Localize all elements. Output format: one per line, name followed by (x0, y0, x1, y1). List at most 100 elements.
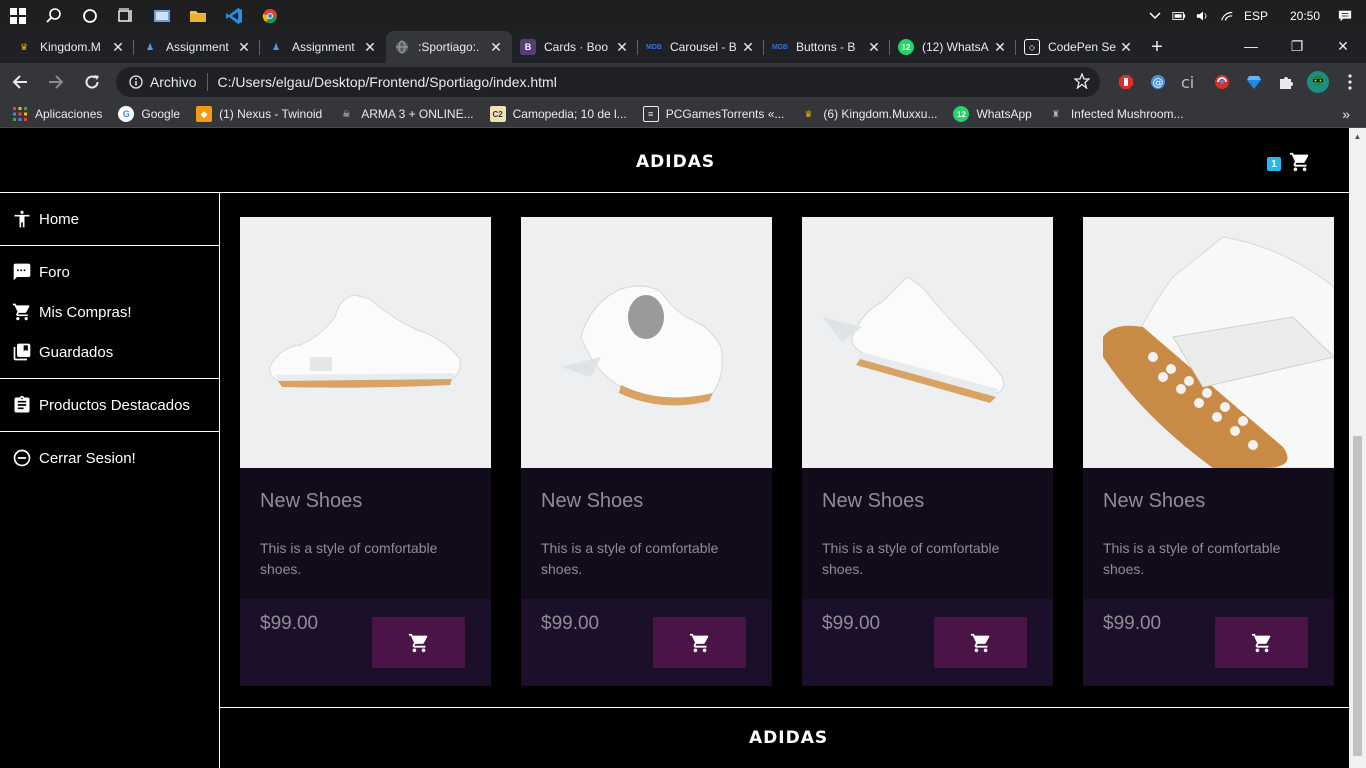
reload-icon[interactable] (76, 66, 108, 98)
windows-start-icon[interactable] (0, 0, 36, 31)
card-footer: $99.00 (521, 599, 772, 686)
restore-icon[interactable]: ❐ (1274, 31, 1320, 61)
language-indicator[interactable]: ESP (1244, 9, 1268, 23)
refresh-extension-icon[interactable] (1206, 66, 1238, 98)
close-icon[interactable]: ✕ (992, 39, 1008, 56)
sidebar-nav: Home Foro Mis Compras! Guardados Product… (0, 193, 220, 768)
url-text[interactable]: C:/Users/elgau/Desktop/Frontend/Sportiag… (218, 74, 557, 90)
sidebar-item-label: Guardados (39, 343, 114, 361)
cortana-icon[interactable] (72, 0, 108, 31)
bookmark-star-icon[interactable] (1073, 72, 1092, 92)
profile-avatar-icon[interactable] (1302, 66, 1334, 98)
bookmark-item[interactable]: ◆ (1) Nexus - Twinoid (196, 106, 322, 122)
bookmark-item[interactable]: ♛ (6) Kingdom.Muxxu... (800, 106, 937, 122)
search-icon[interactable] (36, 0, 72, 31)
volume-icon[interactable] (1196, 9, 1210, 23)
info-icon[interactable] (122, 75, 150, 89)
price-label: $99.00 (1103, 613, 1162, 634)
crown-icon: ♛ (19, 41, 29, 52)
diamond-icon[interactable] (1238, 66, 1270, 98)
omnibox-separator (206, 73, 208, 91)
close-icon[interactable]: ✕ (740, 39, 756, 56)
clock[interactable]: 20:50 (1290, 9, 1320, 23)
add-to-cart-button[interactable] (1215, 617, 1308, 668)
bookmark-item[interactable]: ☠ ARMA 3 + ONLINE... (338, 106, 473, 122)
sidebar-item-guardados[interactable]: Guardados (0, 332, 219, 372)
scrollbar-thumb[interactable] (1353, 436, 1362, 756)
sidebar-item-label: Cerrar Sesion! (39, 449, 136, 467)
file-explorer-icon[interactable] (180, 0, 216, 31)
sidebar-item-productos-destacados[interactable]: Productos Destacados (0, 385, 219, 425)
close-icon[interactable]: ✕ (866, 39, 882, 56)
add-to-cart-button[interactable] (653, 617, 746, 668)
bookmarks-bar: Aplicaciones G Google ◆ (1) Nexus - Twin… (0, 101, 1366, 128)
product-image[interactable] (521, 217, 772, 468)
close-icon[interactable]: ✕ (362, 39, 378, 56)
product-image[interactable] (240, 217, 491, 468)
product-image[interactable] (802, 217, 1053, 468)
wifi-icon[interactable] (1220, 9, 1234, 23)
adblock-hand-icon[interactable] (1110, 66, 1142, 98)
bookmark-item[interactable]: Aplicaciones (12, 106, 102, 122)
bookmark-item[interactable]: ♜ Infected Mushroom... (1048, 106, 1184, 122)
product-image[interactable] (1083, 217, 1334, 468)
bookmark-label: PCGamesTorrents «... (665, 107, 785, 121)
new-tab-button[interactable]: + (1142, 31, 1172, 63)
vertical-scrollbar[interactable]: ▲ (1349, 128, 1366, 768)
puzzle-icon[interactable] (1270, 66, 1302, 98)
browser-tab-strip: ♛ Kingdom.M ✕ ♟ Assignment ✕ ♟ Assignmen… (0, 31, 1366, 63)
sidebar-item-home[interactable]: Home (0, 199, 219, 239)
bookmark-item[interactable]: ≡ PCGamesTorrents «... (642, 106, 785, 122)
sidebar-item-foro[interactable]: Foro (0, 252, 219, 292)
browser-tab[interactable]: ◇ CodePen Se ✕ (1016, 31, 1142, 63)
sidebar-item-mis-compras[interactable]: Mis Compras! (0, 292, 219, 332)
add-to-cart-button[interactable] (934, 617, 1027, 668)
tab-title: Assignment (292, 40, 355, 54)
minimize-icon[interactable]: — (1228, 31, 1274, 61)
card-title: New Shoes (1103, 490, 1206, 512)
battery-icon[interactable] (1172, 9, 1186, 23)
chrome-icon[interactable] (252, 0, 288, 31)
at-sign-icon[interactable]: @ (1142, 66, 1174, 98)
close-icon[interactable]: ✕ (1118, 39, 1134, 56)
bookmark-item[interactable]: G Google (118, 106, 180, 122)
ci-extension-icon[interactable]: ci (1174, 66, 1206, 98)
photos-icon[interactable] (144, 0, 180, 31)
footer-brand-logo: ADIDAS (749, 728, 829, 748)
forward-arrow-icon[interactable] (40, 66, 72, 98)
bookmark-label: (6) Kingdom.Muxxu... (823, 107, 938, 121)
product-cards: New Shoes This is a style of comfortable… (240, 217, 1334, 686)
bookmark-item[interactable]: 12 WhatsApp (953, 106, 1032, 122)
close-icon[interactable]: ✕ (488, 39, 504, 56)
close-icon[interactable]: ✕ (110, 39, 126, 56)
cart-icon[interactable] (1289, 152, 1311, 177)
browser-tab[interactable]: ♟ Assignment ✕ (134, 31, 260, 63)
browser-tab[interactable]: MDB Carousel - B ✕ (638, 31, 764, 63)
add-to-cart-button[interactable] (372, 617, 465, 668)
browser-tab[interactable]: MDB Buttons - B ✕ (764, 31, 890, 63)
browser-tab[interactable]: ♛ Kingdom.M ✕ (8, 31, 134, 63)
menu-dots-icon[interactable] (1334, 66, 1366, 98)
address-bar[interactable]: Archivo C:/Users/elgau/Desktop/Frontend/… (115, 67, 1101, 97)
brand-logo[interactable]: ADIDAS (636, 152, 715, 172)
tab-title: Kingdom.M (40, 40, 101, 54)
vscode-icon[interactable] (216, 0, 252, 31)
notifications-icon[interactable] (1338, 9, 1352, 23)
chevron-up-icon[interactable] (1148, 9, 1162, 23)
browser-tab[interactable]: B Cards · Boo ✕ (512, 31, 638, 63)
browser-tab[interactable]: 12 (12) WhatsA ✕ (890, 31, 1016, 63)
scroll-up-arrow-icon[interactable]: ▲ (1349, 128, 1366, 145)
task-view-icon[interactable] (108, 0, 144, 31)
header-cart[interactable]: 1 (1267, 151, 1311, 178)
bookmark-item[interactable]: C2 Camopedia; 10 de l... (489, 106, 627, 122)
more-bookmarks-icon[interactable]: » (1342, 106, 1350, 122)
close-window-icon[interactable]: ✕ (1320, 31, 1366, 61)
close-icon[interactable]: ✕ (236, 39, 252, 56)
back-arrow-icon[interactable] (4, 66, 36, 98)
tab-title: Carousel - B (670, 40, 737, 54)
browser-tab-active[interactable]: :Sportiago:. ✕ (386, 31, 512, 63)
browser-tab[interactable]: ♟ Assignment ✕ (260, 31, 386, 63)
google-icon: G (118, 106, 135, 122)
sidebar-item-cerrar-sesion[interactable]: Cerrar Sesion! (0, 438, 219, 478)
close-icon[interactable]: ✕ (614, 39, 630, 56)
